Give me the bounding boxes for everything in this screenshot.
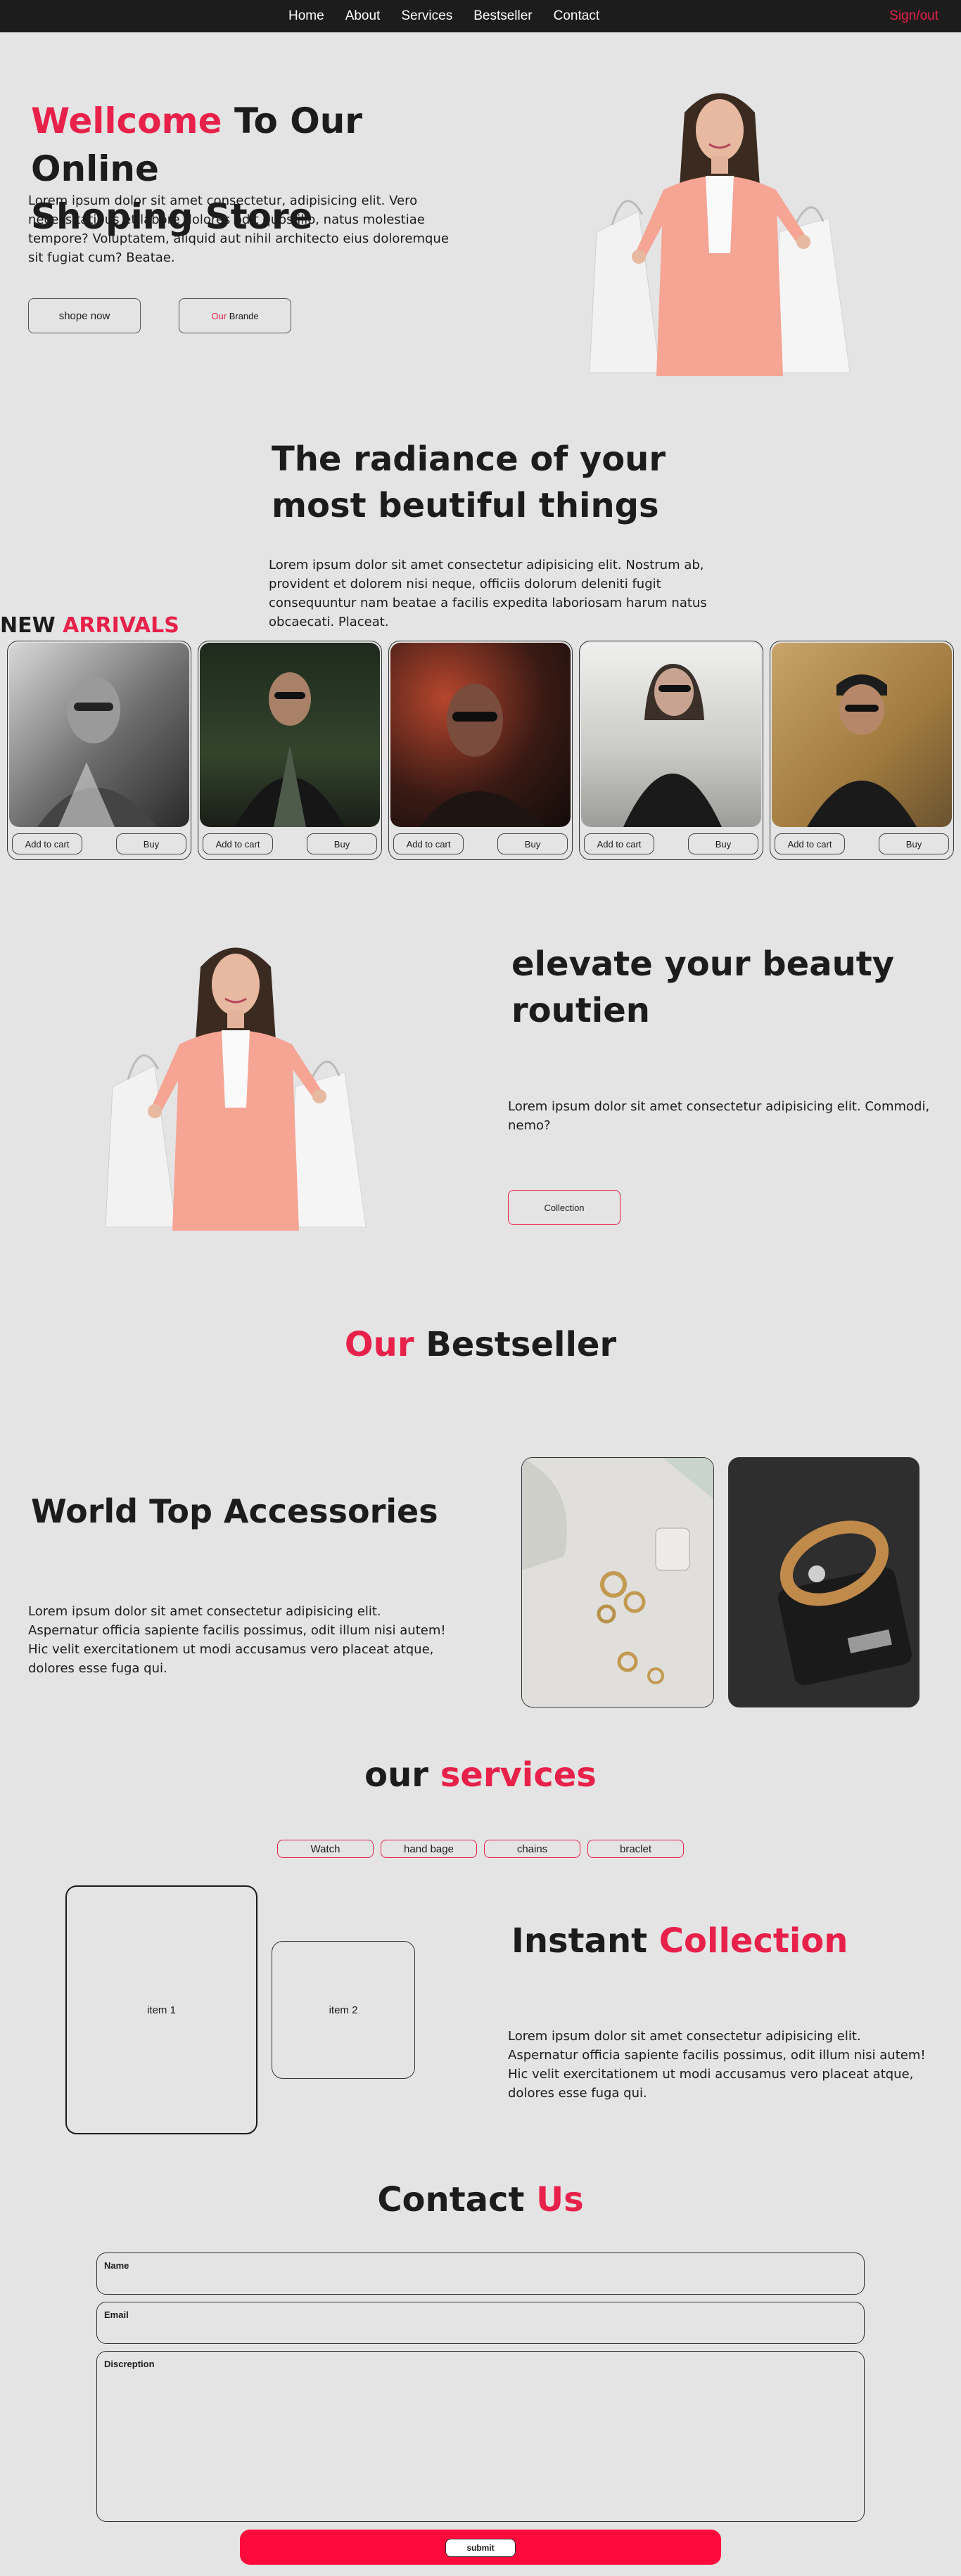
buy-button[interactable]: Buy — [688, 833, 758, 854]
our-brands-rest: Brande — [229, 310, 259, 321]
beauty-title: elevate your beauty routien — [511, 941, 905, 1034]
nav-link-home[interactable]: Home — [288, 8, 324, 24]
buy-button[interactable]: Buy — [879, 833, 949, 854]
our-brands-accent: Our — [211, 310, 227, 321]
bestseller-title: Our Bestseller — [0, 1325, 961, 1364]
contact-title-main: Contact — [377, 2180, 525, 2219]
rings-jewelry-image — [522, 1458, 713, 1707]
product-card: Add to cart Buy — [388, 641, 573, 860]
product-photo — [200, 643, 380, 827]
accessories-text: Lorem ipsum dolor sit amet consectetur a… — [28, 1604, 446, 1676]
hero-woman-image — [568, 77, 871, 383]
product-photo — [772, 643, 952, 827]
card-buttons: Add to cart Buy — [775, 833, 949, 854]
shopping-woman-illustration — [98, 928, 380, 1231]
accessories-title: World Top Accessories — [31, 1492, 438, 1530]
shop-now-button[interactable]: shope now — [28, 298, 141, 333]
beauty-title-line1: elevate your beauty — [511, 944, 894, 984]
add-to-cart-button[interactable]: Add to cart — [393, 833, 464, 854]
tab-braclet[interactable]: braclet — [587, 1840, 684, 1858]
card-buttons: Add to cart Buy — [203, 833, 377, 854]
buy-button[interactable]: Buy — [497, 833, 568, 854]
hero-text: Lorem ipsum dolor sit amet consectetur, … — [28, 193, 449, 265]
card-buttons: Add to cart Buy — [12, 833, 186, 854]
bestseller-title-accent: Our — [344, 1325, 414, 1364]
nav-link-bestseller[interactable]: Bestseller — [473, 8, 532, 24]
product-photo — [390, 643, 571, 827]
name-field-label: Name — [104, 2260, 129, 2271]
card-buttons: Add to cart Buy — [584, 833, 758, 854]
add-to-cart-button[interactable]: Add to cart — [775, 833, 845, 854]
shopping-woman-illustration — [583, 77, 864, 376]
radiance-title-line1: The radiance of your — [272, 440, 666, 479]
product-card: Add to cart Buy — [198, 641, 382, 860]
contact-title: Contact Us — [0, 2180, 961, 2219]
beauty-text: Lorem ipsum dolor sit amet consectetur a… — [508, 1099, 930, 1133]
service-tabs: Watch hand bage chains braclet — [277, 1840, 684, 1858]
contact-title-accent: Us — [536, 2180, 584, 2219]
man-dark-jacket-photo — [235, 672, 345, 827]
new-arrivals-title: NEW ARRIVALS — [0, 613, 179, 638]
submit-button[interactable]: submit — [445, 2539, 516, 2557]
nav-links: Home About Services Bestseller Contact — [288, 0, 599, 32]
jewelry-photo — [521, 1457, 714, 1707]
man-sunglasses-photo — [37, 676, 157, 827]
bracelet-wallet-image — [729, 1458, 919, 1707]
beauty-woman-image — [84, 928, 387, 1233]
services-title: our services — [0, 1755, 961, 1795]
our-brands-button[interactable]: Our Brande — [179, 298, 291, 333]
radiance-text: Lorem ipsum dolor sit amet consectetur a… — [269, 558, 707, 629]
signout-link[interactable]: Sign/out — [889, 8, 938, 24]
add-to-cart-button[interactable]: Add to cart — [203, 833, 273, 854]
bracelet-photo — [728, 1457, 919, 1707]
top-navbar: Home About Services Bestseller Contact S… — [0, 0, 961, 32]
instant-collection-accent: Collection — [658, 1921, 848, 1961]
product-photo — [9, 643, 189, 827]
woman-sunglasses-photo — [419, 684, 545, 827]
services-title-accent: services — [440, 1755, 597, 1795]
add-to-cart-button[interactable]: Add to cart — [584, 833, 654, 854]
nav-link-contact[interactable]: Contact — [554, 8, 599, 24]
product-card: Add to cart Buy — [770, 641, 954, 860]
nav-link-about[interactable]: About — [345, 8, 381, 24]
description-field-label: Discreption — [104, 2359, 155, 2369]
product-card: Add to cart Buy — [579, 641, 763, 860]
submit-bar: submit — [240, 2530, 721, 2565]
buy-button[interactable]: Buy — [307, 833, 377, 854]
card-buttons: Add to cart Buy — [393, 833, 568, 854]
product-card: Add to cart Buy — [7, 641, 191, 860]
description-field[interactable]: Discreption — [96, 2351, 865, 2522]
buy-button[interactable]: Buy — [116, 833, 186, 854]
service-item-2-label: item 2 — [329, 2004, 358, 2016]
instant-collection-title: Instant Collection — [511, 1921, 848, 1961]
radiance-title: The radiance of your most beutiful thing… — [272, 436, 666, 529]
instant-collection-text: Lorem ipsum dolor sit amet consectetur a… — [508, 2029, 926, 2101]
woman-leather-jacket-photo — [623, 664, 722, 827]
add-to-cart-button[interactable]: Add to cart — [12, 833, 82, 854]
name-field[interactable]: Name — [96, 2253, 865, 2295]
nav-link-services[interactable]: Services — [401, 8, 452, 24]
tab-watch[interactable]: Watch — [277, 1840, 374, 1858]
product-photo — [581, 643, 761, 827]
email-field-label: Email — [104, 2309, 129, 2320]
collection-button[interactable]: Collection — [508, 1190, 620, 1225]
service-item-1-label: item 1 — [147, 2004, 176, 2016]
tab-chains[interactable]: chains — [484, 1840, 580, 1858]
email-field[interactable]: Email — [96, 2302, 865, 2344]
new-arrivals-title-main: NEW — [0, 613, 56, 638]
hero-title-accent: Wellcome — [31, 101, 222, 141]
service-item-1[interactable]: item 1 — [65, 1885, 257, 2134]
instant-collection-main: Instant — [511, 1921, 648, 1961]
beauty-title-line2: routien — [511, 991, 650, 1030]
man-cap-photo — [807, 674, 917, 827]
tab-hand-bage[interactable]: hand bage — [381, 1840, 477, 1858]
new-arrivals-title-accent: ARRIVALS — [63, 613, 179, 638]
bestseller-title-rest: Bestseller — [426, 1325, 617, 1364]
services-title-main: our — [364, 1755, 428, 1795]
radiance-title-line2: most beutiful things — [272, 486, 659, 525]
service-item-2[interactable]: item 2 — [272, 1941, 415, 2079]
